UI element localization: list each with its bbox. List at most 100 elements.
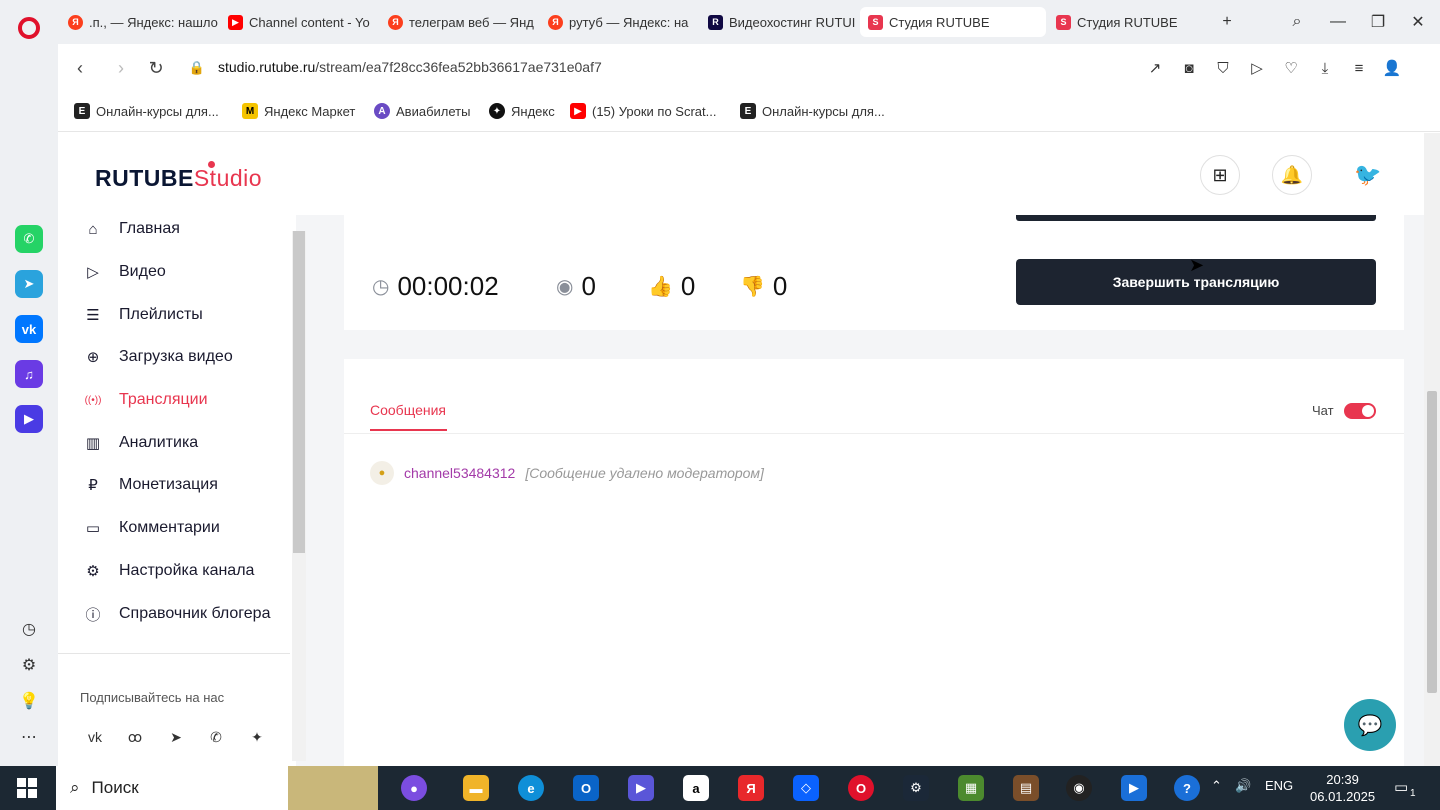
- tab-messages[interactable]: Сообщения: [370, 402, 446, 418]
- sidebar-scrollbar[interactable]: [292, 231, 306, 761]
- browser-tab[interactable]: S Студия RUTUBE: [1048, 7, 1218, 37]
- history-icon[interactable]: ◷: [18, 618, 40, 640]
- reload-icon[interactable]: ↻: [144, 56, 168, 80]
- minimize-icon[interactable]: —: [1326, 10, 1350, 34]
- youtube-icon: ▶: [228, 14, 243, 30]
- gear-icon: ⚙: [86, 563, 100, 580]
- home-icon: ⌂: [88, 220, 98, 238]
- more-icon[interactable]: ⋯: [18, 726, 40, 748]
- heart-icon[interactable]: ♡: [1280, 57, 1302, 79]
- menu-icon[interactable]: ≡: [1348, 57, 1370, 79]
- browser-tab[interactable]: Я рутуб — Яндекс: на: [540, 7, 698, 37]
- edge-icon[interactable]: e: [518, 775, 544, 801]
- amazon-icon[interactable]: a: [683, 775, 709, 801]
- outlook-icon[interactable]: O: [573, 775, 599, 801]
- sidebar-item-upload[interactable]: ⊕ Загрузка видео: [83, 347, 233, 367]
- chat-toggle[interactable]: [1344, 403, 1376, 419]
- chest-icon[interactable]: ▤: [1013, 775, 1039, 801]
- info-icon: ⓘ: [85, 606, 101, 624]
- camera-icon[interactable]: ◙: [1178, 57, 1200, 79]
- follow-us-label: Подписывайтесь на нас: [80, 690, 225, 705]
- page-scroll-thumb[interactable]: [1427, 391, 1437, 693]
- notifications-icon[interactable]: ▭: [1394, 778, 1408, 796]
- dropbox-icon[interactable]: ◇: [793, 775, 819, 801]
- sidebar-item-channel-settings[interactable]: ⚙ Настройка канала: [83, 561, 254, 581]
- sidebar-item-playlists[interactable]: ☰ Плейлисты: [83, 305, 203, 325]
- opera-icon[interactable]: O: [848, 775, 874, 801]
- language-indicator[interactable]: ENG: [1265, 778, 1293, 793]
- browser-tab[interactable]: R Видеохостинг RUTUI: [700, 7, 858, 37]
- share-icon[interactable]: ↗: [1144, 57, 1166, 79]
- browser-tab[interactable]: ▶ Channel content - Yo: [220, 7, 378, 37]
- system-clock[interactable]: 20:39 06.01.2025: [1310, 771, 1375, 805]
- bookmark[interactable]: E Онлайн-курсы для...: [74, 103, 219, 119]
- steam-icon[interactable]: ⚙: [903, 775, 929, 801]
- chat-username[interactable]: channel53484312: [404, 465, 515, 481]
- viber-icon[interactable]: ✆: [204, 725, 228, 749]
- restore-icon[interactable]: ❐: [1366, 10, 1390, 34]
- play-icon[interactable]: ▷: [1246, 57, 1268, 79]
- player-icon[interactable]: ▶: [1121, 775, 1147, 801]
- windows-start-icon[interactable]: [17, 778, 37, 798]
- tips-icon[interactable]: 💡: [18, 690, 40, 712]
- bookmark[interactable]: ▶ (15) Уроки по Scrat...: [570, 103, 716, 119]
- telegram-icon[interactable]: ➤: [15, 270, 43, 298]
- chat-toggle-label: Чат: [1312, 403, 1334, 418]
- sidebar-scroll-thumb[interactable]: [293, 231, 305, 553]
- obs-icon[interactable]: ◉: [1066, 775, 1092, 801]
- vk-icon[interactable]: vk: [15, 315, 43, 343]
- opera-logo-icon[interactable]: [18, 17, 40, 39]
- sidebar-item-broadcasts[interactable]: ((•)) Трансляции: [83, 390, 208, 410]
- file-explorer-icon[interactable]: ▬: [463, 775, 489, 801]
- bookmark[interactable]: M Яндекс Маркет: [242, 103, 355, 119]
- profile-icon[interactable]: 👤: [1381, 57, 1403, 79]
- add-content-button[interactable]: ⊞: [1200, 155, 1240, 195]
- url-field[interactable]: studio.rutube.ru/stream/ea7f28cc36fea52b…: [218, 59, 602, 75]
- player-icon[interactable]: ▶: [15, 405, 43, 433]
- alice-icon[interactable]: ●: [401, 775, 427, 801]
- whatsapp-icon[interactable]: ✆: [15, 225, 43, 253]
- toggle-knob: [1362, 405, 1374, 417]
- sidebar-item-video[interactable]: ▷ Видео: [83, 262, 166, 282]
- download-icon[interactable]: ⤓: [1314, 57, 1336, 79]
- yandex-star-icon: ✦: [489, 103, 505, 119]
- sidebar-item-monetization[interactable]: ₽ Монетизация: [83, 475, 218, 495]
- notifications-button[interactable]: 🔔: [1272, 155, 1312, 195]
- yandex-browser-icon[interactable]: Я: [738, 775, 764, 801]
- sidebar-item-comments[interactable]: ▭ Комментарии: [83, 518, 220, 538]
- odnoklassniki-icon[interactable]: ꝏ: [123, 725, 147, 749]
- lock-icon[interactable]: 🔒: [185, 56, 209, 80]
- bookmark[interactable]: E Онлайн-курсы для...: [740, 103, 885, 119]
- rutube-studio-logo[interactable]: RUTUBEStudio: [95, 161, 262, 192]
- browser-tab[interactable]: Я .п., — Яндекс: нашло: [60, 7, 218, 37]
- sidebar-item-blogger-guide[interactable]: ⓘ Справочник блогера: [83, 604, 270, 624]
- telegram-icon[interactable]: ➤: [164, 725, 188, 749]
- browser-tab[interactable]: Я телеграм веб — Янд: [380, 7, 538, 37]
- vk-icon[interactable]: vk: [83, 725, 107, 749]
- taskbar-search[interactable]: ⌕ Поиск: [56, 766, 288, 810]
- settings-icon[interactable]: ⚙: [18, 654, 40, 676]
- volume-icon[interactable]: 🔊: [1235, 778, 1251, 794]
- stream-duration: ◷ 00:00:02: [372, 271, 499, 301]
- search-tabs-icon[interactable]: ⌕: [1285, 10, 1309, 34]
- media-player-icon[interactable]: ▶: [628, 775, 654, 801]
- bookmark[interactable]: ✦ Яндекс: [489, 103, 555, 119]
- support-chat-button[interactable]: 💬: [1344, 699, 1396, 751]
- sidebar-item-analytics[interactable]: ▥ Аналитика: [83, 433, 198, 453]
- browser-tab-active[interactable]: S Студия RUTUBE: [860, 7, 1046, 37]
- new-tab-icon[interactable]: +: [1215, 10, 1239, 34]
- zen-icon[interactable]: ✦: [245, 725, 269, 749]
- page-scrollbar[interactable]: [1424, 133, 1440, 766]
- music-icon[interactable]: ♫: [15, 360, 43, 388]
- back-icon[interactable]: ‹: [68, 56, 92, 80]
- shield-icon[interactable]: ⛉: [1212, 57, 1234, 79]
- tray-chevron-icon[interactable]: ⌃: [1211, 778, 1222, 794]
- avatar[interactable]: 🐦: [1348, 155, 1388, 195]
- close-icon[interactable]: ✕: [1406, 10, 1430, 34]
- sidebar-item-home[interactable]: ⌂ Главная: [83, 219, 179, 239]
- studio-page: RUTUBEStudio ⊞ 🔔 🐦 ⌂ Главная ▷ Видео ☰ П…: [58, 133, 1424, 766]
- forward-icon[interactable]: ›: [109, 56, 133, 80]
- minecraft-icon[interactable]: ▦: [958, 775, 984, 801]
- help-icon[interactable]: ?: [1174, 775, 1200, 801]
- bookmark[interactable]: A Авиабилеты: [374, 103, 470, 119]
